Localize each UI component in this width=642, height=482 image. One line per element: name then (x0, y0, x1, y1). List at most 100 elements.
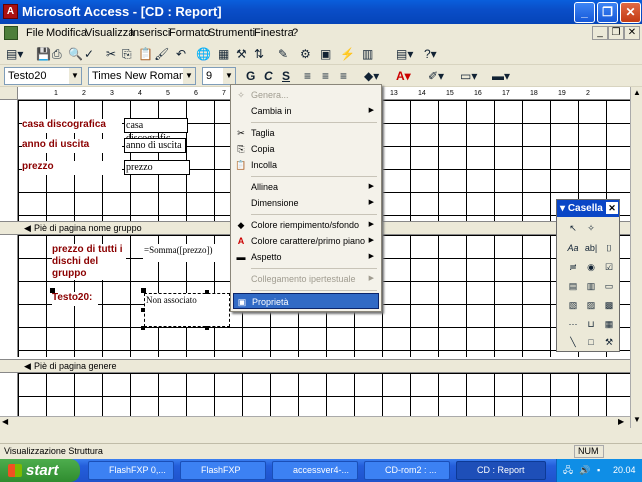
pointer-icon[interactable]: ↖ (565, 220, 581, 236)
menu-item-aspetto[interactable]: ▬ Aspetto ▶ (233, 249, 379, 265)
network-icon[interactable]: 🖧 (563, 459, 573, 482)
report-doc-icon[interactable] (4, 26, 18, 40)
unbound-frame-icon[interactable]: ▨ (583, 297, 599, 313)
restore-button[interactable]: ❐ (597, 2, 618, 23)
menu-visualizza[interactable]: Visualizza (85, 27, 134, 39)
hyperlink-icon[interactable]: 🌐 (196, 46, 211, 62)
fill-color-icon[interactable]: ◆▾ (364, 68, 379, 84)
special-effect-icon[interactable]: ▬▾ (492, 68, 510, 84)
field-casa-discografica[interactable]: casa discografic (124, 118, 188, 144)
font-color-icon[interactable]: A▾ (396, 68, 411, 84)
paste-icon[interactable]: 📋 (138, 46, 153, 62)
line-color-icon[interactable]: ✐▾ (428, 68, 444, 84)
sorting-grouping-icon[interactable]: ⇅ (254, 46, 264, 62)
menu-item-allinea[interactable]: Allinea ▶ (233, 179, 379, 195)
field-testo20-selected[interactable]: Non associato (144, 293, 230, 327)
new-object-icon[interactable]: ▤▾ (396, 46, 413, 62)
scroll-up-icon[interactable]: ▲ (633, 88, 641, 97)
font-selector[interactable]: Times New Roman ▼ (88, 67, 196, 85)
label-icon[interactable]: Aa (565, 240, 581, 256)
scroll-down-icon[interactable]: ▼ (633, 415, 641, 424)
save-icon[interactable]: 💾 (36, 46, 51, 62)
image-icon[interactable]: ▧ (565, 297, 581, 313)
label-casa-discografica[interactable]: casa discografica (22, 119, 122, 133)
menu-item-colore-carattere[interactable]: A Colore carattere/primo piano ▶ (233, 233, 379, 249)
line-width-icon[interactable]: ▭▾ (460, 68, 477, 84)
label-prezzo[interactable]: prezzo (22, 161, 122, 175)
toolbox-close-icon[interactable]: ✕ (606, 202, 618, 214)
menu-item-proprieta[interactable]: ▣ Proprietà (233, 293, 379, 309)
option-group-icon[interactable]: ⌷ (601, 240, 617, 256)
textbox-icon[interactable]: ab| (583, 240, 599, 256)
page-footer-section[interactable] (18, 373, 630, 416)
menu-item-collegamento[interactable]: Collegamento ipertestuale ▶ (233, 271, 379, 287)
menu-inserisci[interactable]: Inserisci (130, 27, 170, 39)
undo-icon[interactable]: ↶ (176, 46, 186, 62)
toolbox-menu-icon[interactable]: ▾ (560, 203, 565, 214)
field-list-icon[interactable]: ▦ (218, 46, 229, 62)
radio-icon[interactable]: ◉ (583, 259, 599, 275)
horizontal-scrollbar[interactable]: ◀ ▶ (0, 416, 630, 428)
italic-button[interactable]: C (264, 68, 273, 84)
task-cd-rom2[interactable]: CD-rom2 : ... (364, 461, 450, 480)
size-selector[interactable]: 9 ▼ (202, 67, 236, 85)
toggle-icon[interactable]: ≓ (565, 259, 581, 275)
scroll-left-icon[interactable]: ◀ (2, 417, 8, 426)
label-anno-di-uscita[interactable]: anno di uscita (22, 139, 122, 153)
label-prezzo-gruppo[interactable]: prezzo di tutti i dischi del gruppo (52, 244, 126, 280)
field-prezzo[interactable]: prezzo (124, 160, 190, 175)
toolbox-titlebar[interactable]: ▾ Casella ✕ (557, 200, 619, 217)
cut-icon[interactable]: ✂ (106, 46, 116, 62)
clock[interactable]: 20.04 (613, 459, 636, 482)
help-icon[interactable]: ?▾ (424, 46, 437, 62)
start-button[interactable]: start (0, 459, 80, 482)
close-button[interactable]: ✕ (620, 2, 641, 23)
ruler-corner[interactable] (0, 87, 18, 100)
task-flashfxp-1[interactable]: FlashFXP 0,... (88, 461, 174, 480)
align-left-icon[interactable]: ≡ (304, 68, 311, 84)
print-preview-icon[interactable]: 🔍 (68, 46, 83, 62)
menu-modifica[interactable]: Modifica (46, 27, 87, 39)
menu-item-taglia[interactable]: ✂ Taglia (233, 125, 379, 141)
database-window-icon[interactable]: ▥ (362, 46, 373, 62)
mdi-restore-button[interactable]: ❐ (608, 26, 624, 40)
menu-item-copia[interactable]: ⎘ Copia (233, 141, 379, 157)
listbox-icon[interactable]: ▥ (583, 278, 599, 294)
page-footer-header[interactable]: ◀ Piè di pagina genere (0, 359, 630, 373)
tab-icon[interactable]: ⊔ (583, 316, 599, 332)
button-icon[interactable]: ▭ (601, 278, 617, 294)
menu-item-colore-riempimento[interactable]: ◆ Colore riempimento/sfondo ▶ (233, 217, 379, 233)
menu-finestra[interactable]: Finestra (254, 27, 294, 39)
tray-app-icon[interactable]: ▪ (597, 459, 600, 482)
code-icon[interactable]: ⚙ (300, 46, 311, 62)
selection-handle[interactable] (205, 290, 209, 294)
autoformat-icon[interactable]: ✎ (278, 46, 288, 62)
menu-strumenti[interactable]: Strumenti (208, 27, 255, 39)
combo-icon[interactable]: ▤ (565, 278, 581, 294)
vertical-scrollbar[interactable]: ▲ ▼ (630, 87, 642, 428)
more-tools-icon[interactable]: ⚒ (601, 334, 617, 350)
pagebreak-icon[interactable]: ⋯ (565, 316, 581, 332)
align-right-icon[interactable]: ≡ (340, 68, 347, 84)
menu-item-incolla[interactable]: 📋 Incolla (233, 157, 379, 173)
line-icon[interactable]: ╲ (565, 334, 581, 350)
spelling-icon[interactable]: ✓ (84, 46, 94, 62)
field-anno-di-uscita[interactable]: anno di uscita (124, 138, 186, 153)
menu-formato[interactable]: Formato (169, 27, 210, 39)
object-selector[interactable]: Testo20 ▼ (4, 67, 82, 85)
selection-handle[interactable] (205, 326, 209, 330)
format-painter-icon[interactable]: 🖌 (154, 46, 169, 62)
menu-file[interactable]: File (26, 27, 44, 39)
volume-icon[interactable]: 🔊 (579, 459, 590, 482)
scroll-right-icon[interactable]: ▶ (618, 417, 624, 426)
properties-icon[interactable]: ▣ (320, 46, 331, 62)
menu-item-cambia-in[interactable]: Cambia in ▶ (233, 103, 379, 119)
menu-item-dimensione[interactable]: Dimensione ▶ (233, 195, 379, 211)
subform-icon[interactable]: ▦ (601, 316, 617, 332)
menu-item-genera[interactable]: ✧ Genera... (233, 87, 379, 103)
mdi-minimize-button[interactable]: _ (592, 26, 608, 40)
label-testo20[interactable]: Testo20: (52, 292, 98, 306)
bound-frame-icon[interactable]: ▩ (601, 297, 617, 313)
mdi-close-button[interactable]: ✕ (624, 26, 640, 40)
selection-handle[interactable] (141, 308, 145, 312)
